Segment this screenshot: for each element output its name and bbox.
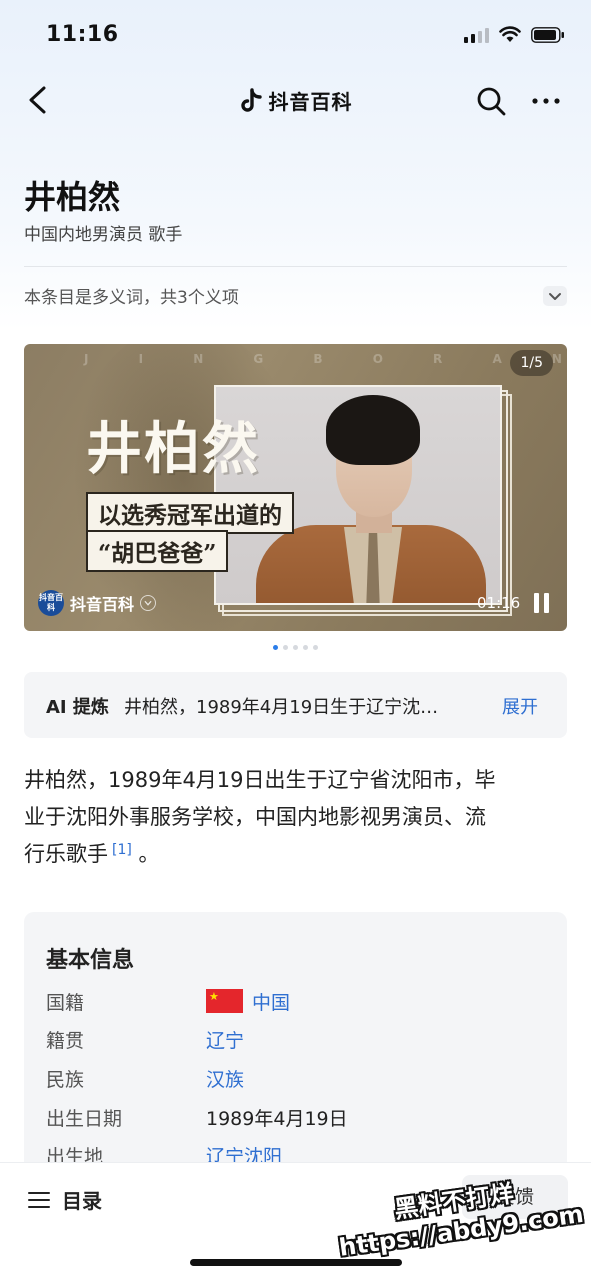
summary-line: 井柏然，1989年4月19日出生于辽宁省沈阳市，毕 [24,768,496,792]
more-icon[interactable] [528,84,564,118]
back-arrow-icon[interactable] [22,82,56,118]
carousel-dot[interactable] [303,645,308,650]
toc-label: 目录 [62,1189,102,1213]
nav-bar: 抖音百科 [0,70,591,132]
summary-line: 业于沈阳外事服务学校，中国内地影视男演员、流 [24,805,486,829]
verified-icon [140,595,157,611]
basic-info-title: 基本信息 [46,947,135,973]
info-key: 民族 [46,1069,85,1091]
video-letter: O [372,352,385,366]
brand-title: 抖音百科 [268,90,353,114]
summary-line-text: 行乐歌手 [24,842,108,866]
video-letter-strip: J I N G B O R A N [84,352,564,366]
video-caption-line2: “胡巴爸爸” [86,530,229,572]
reference-link[interactable]: [1] [112,842,132,858]
wifi-icon [499,26,521,42]
divider [24,266,567,267]
info-value: 1989年4月19日 [206,1108,348,1130]
cellular-signal-icon [464,27,489,43]
video-overlay-title: 井柏然 [86,416,260,482]
china-flag-icon: ★ [206,989,243,1013]
status-time: 11:16 [46,22,119,47]
summary-paragraph: 井柏然，1989年4月19日出生于辽宁省沈阳市，毕 业于沈阳外事服务学校，中国内… [24,762,570,873]
video-caption-line1: 以选秀冠军出道的 [86,492,294,534]
video-letter: B [313,352,325,366]
chevron-down-icon[interactable] [543,286,567,306]
nav-brand: 抖音百科 [239,86,353,115]
video-letter: N [193,352,206,366]
entry-title: 井柏然 [24,178,121,216]
polysemy-text: 本条目是多义词，共3个义项 [24,288,239,308]
carousel-dot[interactable] [273,645,278,650]
source-logo: 抖音百科 [38,590,64,616]
basic-info-card: 基本信息 国籍 ★ 中国 籍贯 辽宁 民族 汉族 出生日期 1989年4月19日… [24,912,567,1172]
info-row-ethnicity: 民族 汉族 [46,1065,546,1095]
info-row-birthdate: 出生日期 1989年4月19日 [46,1104,546,1134]
video-letter: R [433,352,445,366]
info-value-link[interactable]: 汉族 [206,1065,244,1092]
info-key: 出生日期 [46,1108,123,1130]
status-bar: 11:16 [0,0,591,70]
tiktok-logo-icon [240,87,262,112]
table-of-contents-button[interactable]: 目录 [28,1185,102,1214]
video-letter: J [84,352,91,366]
search-icon[interactable] [474,84,508,118]
info-value-link[interactable]: 中国 [252,988,290,1015]
ai-summary-box[interactable]: AI 提炼 井柏然，1989年4月19日生于辽宁沈… 展开 [24,672,567,738]
slide-counter: 1/5 [510,350,553,376]
carousel-dots [0,645,591,650]
summary-line-last: 行乐歌手 [1] 。 [24,836,570,873]
video-letter: N [551,352,564,366]
source-name: 抖音百科 [70,595,135,614]
summary-end-punct: 。 [138,842,160,866]
carousel-dot[interactable] [293,645,298,650]
polysemy-row[interactable]: 本条目是多义词，共3个义项 [24,284,567,312]
ai-summary-text: 井柏然，1989年4月19日生于辽宁沈… [124,697,439,718]
video-letter: A [492,352,504,366]
video-player[interactable]: J I N G B O R A N 井柏然 以选秀冠军出道的 “胡巴爸爸” 1/… [24,344,567,631]
status-icons [464,26,565,43]
entry-subtitle: 中国内地男演员 歌手 [24,225,183,245]
info-value-link[interactable]: 辽宁 [206,1026,244,1053]
expand-link[interactable]: 展开 [502,693,538,719]
flag-star-icon: ★ [209,990,219,1003]
video-source[interactable]: 抖音百科 抖音百科 [38,590,157,616]
portrait-hair [326,395,420,465]
carousel-dot[interactable] [283,645,288,650]
video-letter: I [138,352,146,366]
ai-summary-label: AI 提炼 [46,697,109,718]
video-letter: G [253,352,266,366]
home-indicator [190,1259,402,1266]
info-key: 籍贯 [46,1030,85,1052]
carousel-dot[interactable] [313,645,318,650]
pause-icon[interactable] [532,593,552,613]
info-row-nationality: 国籍 ★ 中国 [46,988,546,1018]
info-key: 国籍 [46,992,85,1014]
menu-icon [28,1191,50,1209]
battery-icon [531,26,564,43]
info-row-hometown: 籍贯 辽宁 [46,1026,546,1056]
video-duration: 01:16 [477,594,521,612]
